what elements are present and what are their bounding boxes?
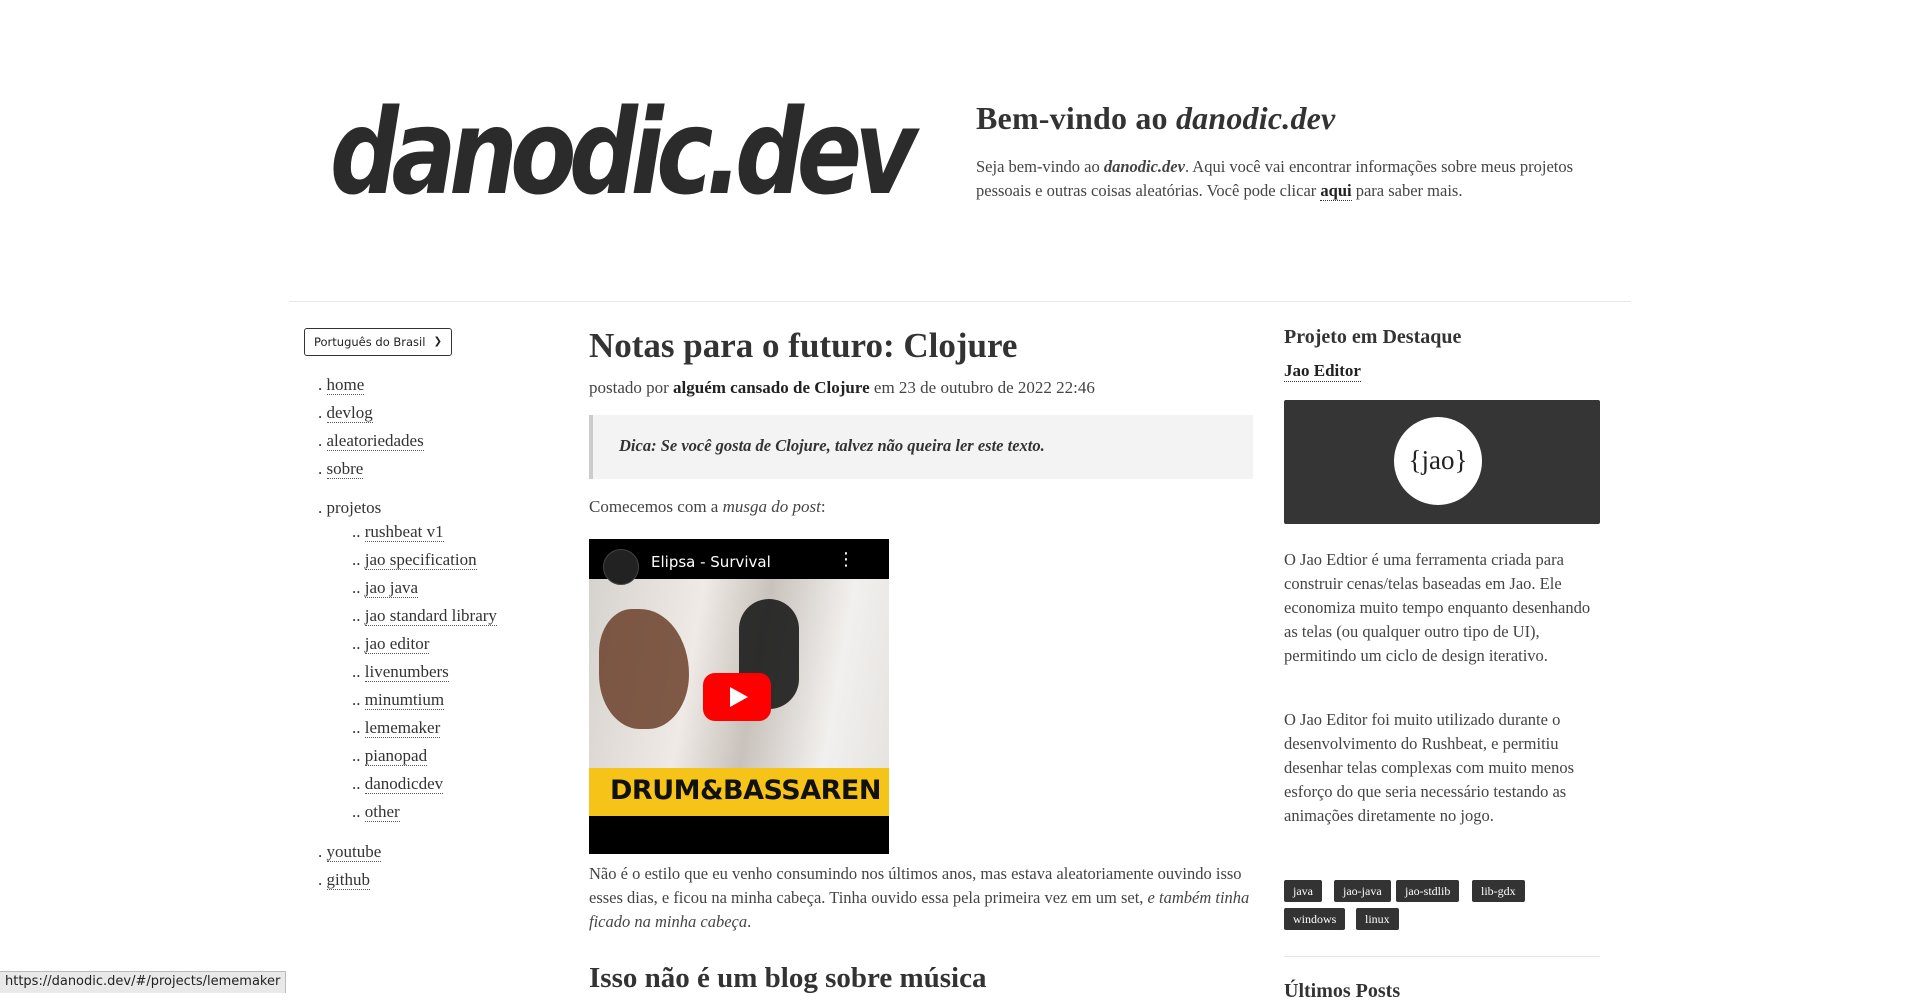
post-title: Notas para o futuro: Clojure xyxy=(589,326,1018,365)
status-bar-url: https://danodic.dev/#/projects/lememaker xyxy=(0,971,287,993)
sidebar-divider xyxy=(1284,956,1600,957)
sidebar-project-jao-standard-library[interactable]: .. jao standard library xyxy=(352,606,497,626)
sidebar-item-aleatoriedades[interactable]: . aleatoriedades xyxy=(318,431,424,451)
post-meta: postado por alguém cansado de Clojure em… xyxy=(589,378,1095,397)
sidebar-project-pianopad[interactable]: .. pianopad xyxy=(352,746,428,766)
tag-java[interactable]: java xyxy=(1284,880,1322,902)
site-logo[interactable]: danodic.dev xyxy=(330,95,920,215)
sidebar-item-youtube[interactable]: . youtube xyxy=(318,842,382,862)
jao-logo: {jao} xyxy=(1394,417,1482,505)
sidebar-project-danodicdev[interactable]: .. danodicdev xyxy=(352,774,444,794)
post-date: em 23 de outubro de 2022 22:46 xyxy=(869,378,1095,397)
welcome-section: Bem-vindo ao danodic.dev Seja bem-vindo … xyxy=(976,100,1616,203)
tag-linux[interactable]: linux xyxy=(1356,908,1399,930)
featured-heading: Projeto em Destaque xyxy=(1284,326,1462,348)
sidebar-item-devlog[interactable]: . devlog xyxy=(318,403,373,423)
tip-callout: Dica: Se você gosta de Clojure, talvez n… xyxy=(589,415,1253,479)
sidebar-projects-label: . projetos xyxy=(318,498,382,517)
channel-avatar-icon[interactable] xyxy=(603,549,639,585)
sidebar-project-minumtium[interactable]: .. minumtium xyxy=(352,690,445,710)
sidebar-project-jao-specification[interactable]: .. jao specification xyxy=(352,550,477,570)
featured-project-banner[interactable]: {jao} xyxy=(1284,400,1600,524)
header-divider xyxy=(289,301,1631,302)
post-intro: Comecemos com a musga do post: xyxy=(589,497,826,516)
youtube-embed[interactable]: Elipsa - Survival ⋮ DRUM&BASSAREN xyxy=(589,539,889,854)
post-subheading: Isso não é um blog sobre música xyxy=(589,962,987,994)
sidebar-project-jao-java[interactable]: .. jao java xyxy=(352,578,419,598)
more-options-icon[interactable]: ⋮ xyxy=(837,549,855,570)
svg-text:danodic.dev: danodic.dev xyxy=(330,95,920,215)
sidebar-project-jao-editor[interactable]: .. jao editor xyxy=(352,634,430,654)
about-link[interactable]: aqui xyxy=(1320,181,1352,201)
featured-description-1: O Jao Edtior é uma ferramenta criada par… xyxy=(1284,550,1591,665)
post-paragraph: Não é o estilo que eu venho consumindo n… xyxy=(589,864,1250,931)
tag-windows[interactable]: windows xyxy=(1284,908,1346,930)
featured-project-link[interactable]: Jao Editor xyxy=(1284,361,1361,382)
featured-description-2: O Jao Editor foi muito utilizado durante… xyxy=(1284,710,1575,825)
recent-posts-heading: Últimos Posts xyxy=(1284,980,1401,1002)
sidebar-project-other[interactable]: .. other xyxy=(352,802,400,822)
sidebar-project-rushbeat[interactable]: .. rushbeat v1 xyxy=(352,522,444,542)
tag-lib-gdx[interactable]: lib-gdx xyxy=(1472,880,1525,902)
thumbnail-banner-text: DRUM&BASSAREN xyxy=(610,775,881,806)
tag-jao-stdlib[interactable]: jao-stdlib xyxy=(1396,880,1460,902)
sidebar-item-home[interactable]: . home xyxy=(318,375,365,395)
featured-project-panel: Projeto em Destaque Jao Editor {jao} O J… xyxy=(1284,326,1600,1002)
post-article: Notas para o futuro: Clojure postado por… xyxy=(589,326,1253,994)
sidebar-project-livenumbers[interactable]: .. livenumbers xyxy=(352,662,449,682)
tag-jao-java[interactable]: jao-java xyxy=(1334,880,1391,902)
post-author: alguém cansado de Clojure xyxy=(673,378,870,397)
sidebar-project-lememaker[interactable]: .. lememaker xyxy=(352,718,441,738)
play-button-icon[interactable] xyxy=(703,673,771,721)
welcome-title: Bem-vindo ao danodic.dev xyxy=(976,100,1336,136)
language-select[interactable]: Português do Brasil ❯ xyxy=(304,328,452,356)
welcome-text: Seja bem-vindo ao danodic.dev. Aqui você… xyxy=(976,157,1574,201)
chevron-down-icon: ❯ xyxy=(433,336,442,347)
video-title[interactable]: Elipsa - Survival xyxy=(651,553,771,571)
sidebar-item-sobre[interactable]: . sobre xyxy=(318,459,364,479)
logo-wordmark: danodic.dev xyxy=(330,95,920,215)
sidebar-item-github[interactable]: . github xyxy=(318,870,370,890)
